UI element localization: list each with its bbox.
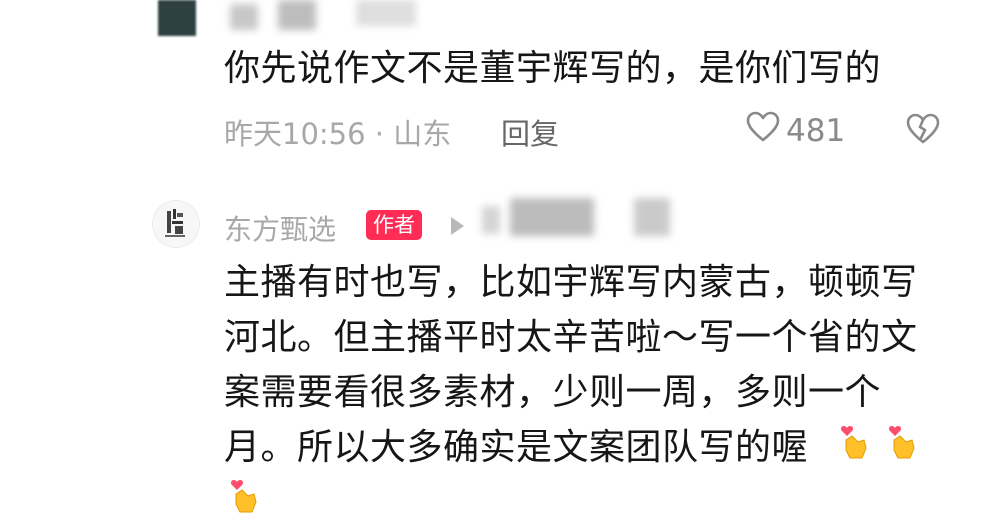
author-name[interactable]: 东方甄选 — [224, 208, 336, 248]
broken-heart-icon — [906, 113, 940, 149]
like-button[interactable]: 481 — [746, 111, 845, 151]
comment-text-line-2: 河北。但主播平时太辛苦啦～写一个省的文 — [224, 317, 918, 358]
blurred-reply-target — [634, 198, 670, 236]
author-avatar[interactable] — [152, 200, 200, 248]
comment-text-line-1: 主播有时也写，比如宇辉写内蒙古，顿顿写 — [224, 262, 918, 303]
comment-text: 你先说作文不是董宇辉写的，是你们写的 — [224, 48, 882, 89]
blurred-avatar — [158, 0, 196, 36]
heart-icon — [746, 111, 780, 151]
blurred-username — [230, 4, 258, 30]
finger-heart-emoji — [840, 426, 867, 459]
reply-button[interactable]: 回复 — [501, 111, 559, 153]
finger-heart-emoji — [230, 480, 257, 513]
blurred-username — [278, 0, 316, 30]
blurred-username — [356, 0, 416, 26]
logo-icon — [165, 209, 185, 237]
author-badge: 作者 — [366, 210, 422, 240]
comment-text-line-4: 月。所以大多确实是文案团队写的喔 — [224, 427, 809, 468]
blurred-reply-target — [510, 198, 594, 236]
comment-timestamp-location: 昨天10:56 · 山东 — [224, 117, 452, 151]
finger-heart-emoji — [888, 426, 915, 459]
dislike-button[interactable] — [906, 113, 940, 149]
blurred-reply-target — [482, 206, 500, 234]
comment-text-line-3: 案需要看很多素材，少则一周，多则一个 — [224, 372, 882, 413]
play-arrow-icon — [451, 217, 464, 235]
like-count: 481 — [786, 113, 846, 149]
